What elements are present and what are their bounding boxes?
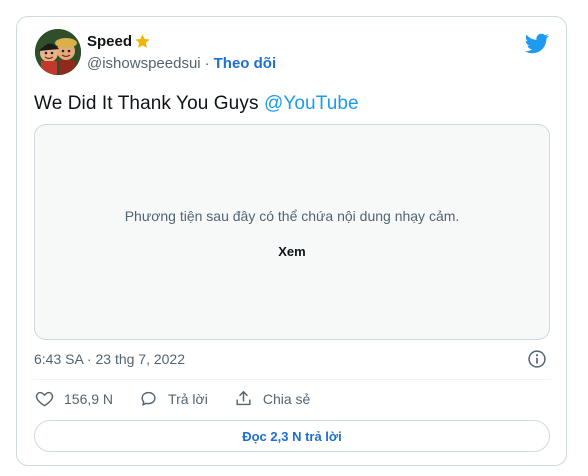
sensitive-media-placeholder[interactable]: Phương tiện sau đây có thể chứa nội dung… <box>34 124 550 340</box>
display-name[interactable]: Speed <box>87 33 132 50</box>
separator-dot: · <box>204 55 210 72</box>
avatar[interactable] <box>35 29 81 75</box>
reply-button[interactable]: Trả lời <box>139 389 208 408</box>
twitter-bird-icon[interactable] <box>524 31 549 55</box>
action-bar: 156,9 N Trả lời Chia sẻ <box>35 389 336 408</box>
info-icon[interactable] <box>527 349 547 369</box>
handle-row: @ishowspeedsui · Theo dõi <box>87 55 276 72</box>
tweet-body: We Did It Thank You Guys <box>34 93 264 114</box>
mention-link[interactable]: @YouTube <box>264 93 359 114</box>
share-button[interactable]: Chia sẻ <box>234 389 310 408</box>
share-upload-icon <box>236 391 251 406</box>
divider <box>33 379 551 380</box>
view-media-button[interactable]: Xem <box>35 244 549 259</box>
follow-link[interactable]: Theo dõi <box>214 55 277 72</box>
sensitive-media-warning: Phương tiện sau đây có thể chứa nội dung… <box>124 208 460 224</box>
user-handle[interactable]: @ishowspeedsui <box>87 55 201 72</box>
share-label: Chia sẻ <box>262 390 311 407</box>
like-count: 156,9 N <box>64 390 114 407</box>
heart-icon <box>35 391 54 407</box>
tweet-card: Speed @ishowspeedsui · Theo dõi We Did I… <box>16 16 567 466</box>
author-name-row: Speed <box>87 33 151 50</box>
tweet-text: We Did It Thank You Guys @YouTube <box>34 93 359 115</box>
read-replies-button[interactable]: Đọc 2,3 N trả lời <box>34 420 550 452</box>
reply-bubble-icon <box>141 391 156 406</box>
reply-label: Trả lời <box>168 390 208 407</box>
star-icon <box>134 33 151 50</box>
like-button[interactable]: 156,9 N <box>35 389 113 408</box>
tweet-timestamp[interactable]: 6:43 SA · 23 thg 7, 2022 <box>34 351 185 367</box>
